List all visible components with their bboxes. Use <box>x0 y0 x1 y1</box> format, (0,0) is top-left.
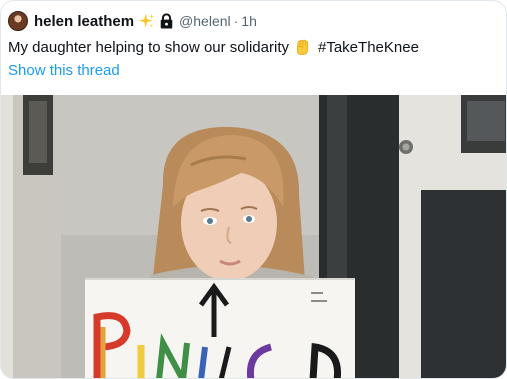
author-name[interactable]: helen leathem <box>34 13 134 30</box>
hashtag-link[interactable]: #TakeTheKnee <box>318 39 419 56</box>
raised-fist-icon <box>296 39 309 56</box>
tweet-text: My daughter helping to show our solidari… <box>8 38 419 57</box>
separator-dot: · <box>233 13 239 29</box>
tweet-photo[interactable] <box>1 95 506 378</box>
author-handle[interactable]: @helenl <box>179 13 231 29</box>
tweet-card[interactable]: helen leathem @helenl · 1h My daughter h… <box>0 0 507 379</box>
lock-icon <box>160 13 173 29</box>
show-thread-link[interactable]: Show this thread <box>8 62 120 79</box>
tweet-header: helen leathem @helenl · 1h <box>8 10 257 32</box>
tweet-text-body: My daughter helping to show our solidari… <box>8 39 289 56</box>
timestamp[interactable]: 1h <box>241 13 257 29</box>
photo-illustration <box>1 95 506 378</box>
avatar[interactable] <box>8 11 28 31</box>
sparkles-icon <box>138 13 155 27</box>
